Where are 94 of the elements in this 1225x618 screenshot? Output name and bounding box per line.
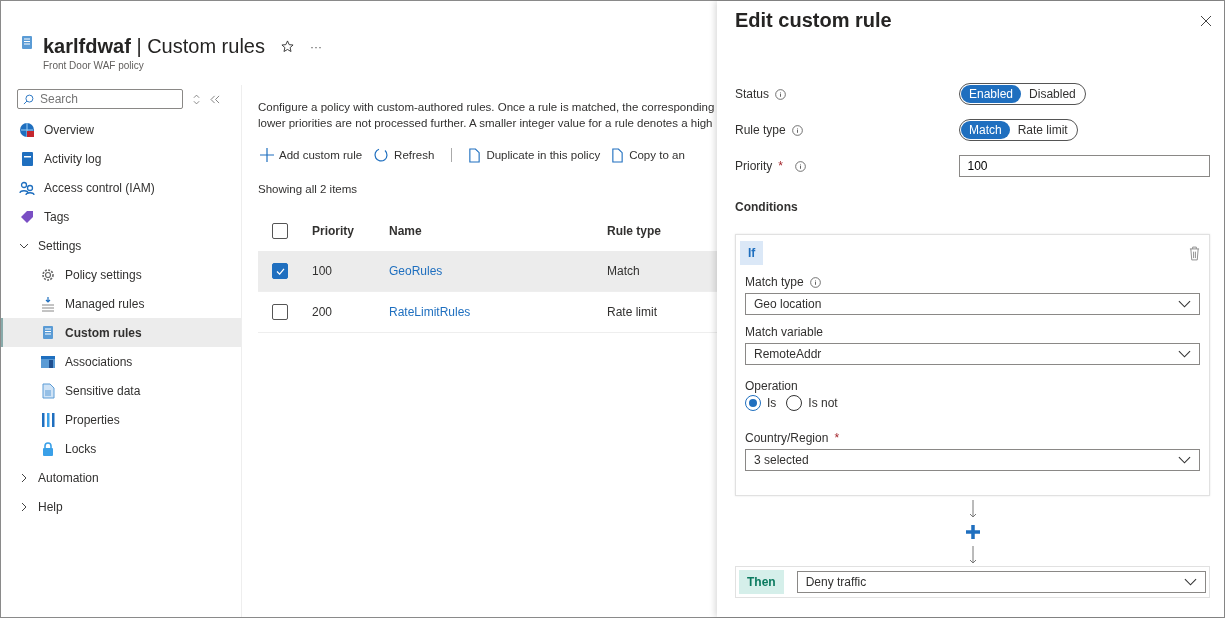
nav-item[interactable]: Access control (IAM) (1, 173, 241, 202)
segment-option[interactable]: Match (961, 121, 1010, 139)
collapse-icon[interactable] (210, 94, 221, 104)
info-icon[interactable] (791, 124, 803, 136)
plus-icon (260, 148, 274, 162)
description-text: Configure a policy with custom-authored rules. Once a rule is matched, the corresponding (258, 100, 716, 115)
nav-item[interactable]: Help (1, 492, 241, 521)
checkbox[interactable] (272, 223, 288, 239)
if-badge: If (740, 241, 764, 265)
segment-option[interactable]: Enabled (961, 85, 1022, 103)
field-label: Rule type (735, 123, 786, 137)
description-text: lower priorities are not processed further. A smaller integer value for a rule denotes a high (258, 116, 714, 131)
lock-icon (40, 440, 56, 457)
segment-option[interactable]: Disabled (1021, 85, 1084, 103)
checkbox[interactable] (272, 304, 288, 320)
star-icon[interactable] (280, 40, 294, 53)
chevron-down-icon (1178, 456, 1191, 464)
nav-item[interactable]: Custom rules (1, 318, 241, 347)
checkbox[interactable] (272, 263, 288, 279)
chevron-down-icon (1184, 578, 1197, 586)
page-subtitle: Front Door WAF policy (43, 60, 145, 71)
bars-icon (40, 411, 56, 428)
then-badge: Then (739, 570, 784, 594)
arrow-down-icon (968, 546, 977, 564)
info-icon[interactable] (775, 88, 787, 100)
info-icon[interactable] (795, 160, 806, 172)
check-icon (275, 267, 285, 275)
tag-icon (19, 208, 35, 225)
column-header[interactable]: Name (389, 224, 422, 238)
section-heading: Conditions (735, 200, 799, 214)
document-icon (611, 147, 625, 163)
plus-icon[interactable] (964, 524, 981, 540)
refresh-icon (373, 147, 390, 163)
toolbar-button[interactable]: Copy to an (609, 147, 688, 163)
document-icon (19, 150, 35, 167)
field-label: Country/Region (745, 431, 829, 445)
chevron-down-icon (1178, 350, 1191, 358)
trash-icon[interactable] (1189, 245, 1200, 261)
nav-item[interactable]: Locks (1, 434, 241, 463)
scroll-icon (19, 35, 35, 51)
dropdown[interactable]: Geo location (745, 293, 1200, 315)
field-label: Priority (735, 159, 773, 173)
toolbar-button[interactable]: Refresh (371, 147, 438, 163)
dropdown[interactable]: Deny traffic (796, 571, 1206, 593)
window-icon (40, 353, 56, 370)
required-mark: * (778, 159, 783, 173)
arrow-down-icon (968, 500, 977, 518)
dropdown[interactable]: 3 selected (745, 449, 1200, 471)
field-label: Match variable (745, 325, 824, 339)
field-label: Operation (745, 379, 798, 393)
item-count: Showing all 2 items (258, 183, 359, 195)
priority-field[interactable]: 100 (958, 155, 1210, 177)
people-icon (19, 179, 35, 196)
panel-title: Edit custom rule (735, 9, 892, 32)
toolbar-button[interactable]: Add custom rule (258, 148, 366, 162)
toolbar-button[interactable]: Duplicate in this policy (466, 147, 604, 163)
more-button[interactable]: ··· (309, 39, 322, 54)
table-cell: Match (607, 264, 640, 278)
nav-item[interactable]: Overview (1, 115, 241, 144)
column-header[interactable]: Rule type (607, 224, 661, 238)
table-cell: 200 (312, 305, 333, 319)
checklist-icon (40, 295, 56, 312)
field-label: Status (735, 87, 770, 101)
radio-option[interactable]: Is not (786, 395, 838, 411)
nav-item[interactable]: Managed rules (1, 289, 241, 318)
chevron-down-icon (1178, 300, 1191, 308)
document-icon (468, 147, 482, 163)
table-cell: Rate limit (607, 305, 657, 319)
required-mark: * (834, 431, 840, 445)
nav-item[interactable]: Settings (1, 231, 241, 260)
nav-item[interactable]: Automation (1, 463, 241, 492)
nav-item[interactable]: Activity log (1, 144, 241, 173)
sort-icon[interactable] (193, 93, 200, 105)
table-row[interactable]: 100 GeoRules Match (258, 251, 717, 292)
dropdown[interactable]: RemoteAddr (745, 343, 1200, 365)
globe-icon (19, 121, 35, 138)
page-icon (40, 382, 56, 399)
info-icon[interactable] (809, 276, 821, 288)
scroll-icon (40, 324, 56, 341)
rule-link[interactable]: RateLimitRules (389, 305, 471, 319)
nav-item[interactable]: Properties (1, 405, 241, 434)
table-row[interactable]: 200 RateLimitRules Rate limit (258, 292, 717, 333)
field-label: Match type (745, 275, 804, 289)
search-field[interactable]: Search (17, 89, 183, 109)
nav-item[interactable]: Tags (1, 202, 241, 231)
nav-item[interactable]: Associations (1, 347, 241, 376)
nav-item[interactable]: Policy settings (1, 260, 241, 289)
page-title: karlfdwaf | Custom rules (43, 35, 265, 58)
column-header[interactable]: Priority (312, 224, 354, 238)
segment-option[interactable]: Rate limit (1009, 121, 1076, 139)
rule-link[interactable]: GeoRules (389, 264, 443, 278)
table-cell: 100 (312, 264, 333, 278)
nav-item[interactable]: Sensitive data (1, 376, 241, 405)
gear-icon (40, 266, 56, 283)
